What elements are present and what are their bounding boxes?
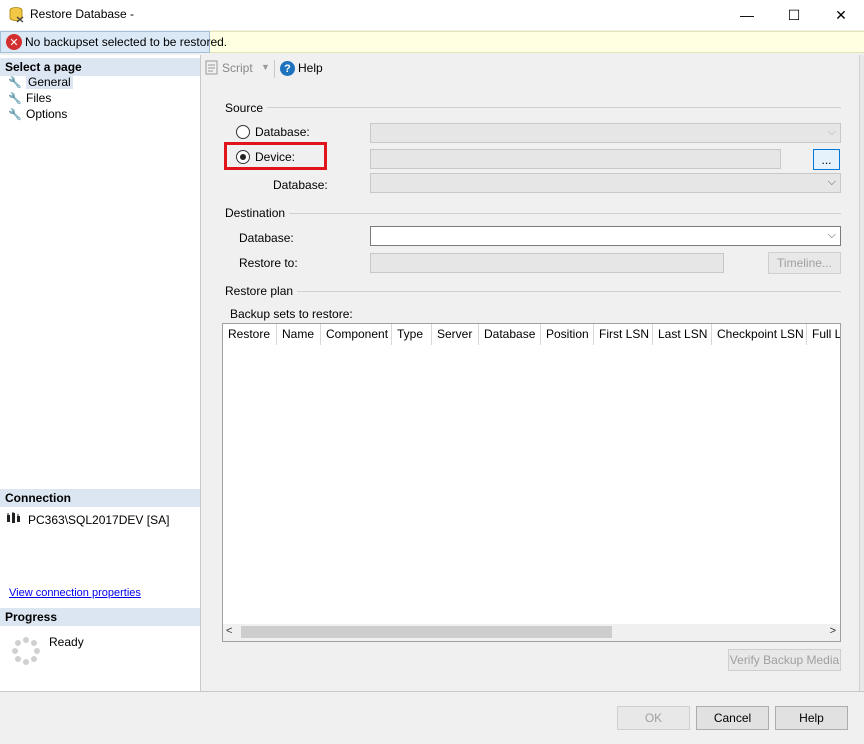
select-page-header: Select a page — [0, 58, 200, 76]
page-item-label: Options — [26, 107, 68, 121]
column-header[interactable]: Checkpoint LSN — [712, 324, 807, 345]
verify-backup-media-button[interactable]: Verify Backup Media — [728, 649, 841, 671]
column-header[interactable]: Full LS — [807, 324, 840, 345]
script-icon — [205, 60, 219, 76]
close-button[interactable]: ✕ — [818, 0, 864, 30]
maximize-button[interactable]: ☐ — [771, 0, 817, 30]
scrollbar-thumb[interactable] — [241, 626, 612, 638]
window-title: Restore Database - — [30, 7, 135, 21]
destination-group-title: Destination — [225, 206, 290, 220]
message-bar-fill — [210, 31, 864, 53]
connection-header: Connection — [0, 489, 200, 507]
restore-plan-divider — [289, 291, 841, 292]
chevron-right-icon[interactable]: > — [830, 625, 836, 637]
column-header[interactable]: Server — [432, 324, 479, 345]
footer-separator — [0, 691, 864, 692]
grid-header: Restore Name Component Type Server Datab… — [223, 324, 840, 345]
chevron-down-icon: ⌵ — [827, 176, 836, 188]
destination-database-dropdown[interactable]: ⌵ — [370, 226, 841, 246]
source-divider — [262, 107, 841, 108]
backup-sets-label: Backup sets to restore: — [230, 307, 353, 321]
help-icon[interactable]: ? — [280, 61, 295, 76]
toolbar-separator — [274, 60, 275, 78]
left-panel: Select a page 🔧 General 🔧 Files 🔧 Option… — [0, 55, 201, 691]
timeline-button[interactable]: Timeline... — [768, 252, 841, 274]
vertical-scrollbar[interactable] — [859, 55, 864, 691]
script-button[interactable]: Script — [222, 61, 253, 75]
progress-spinner-icon — [11, 636, 41, 666]
browse-device-button[interactable]: ... — [813, 149, 840, 170]
destination-divider — [282, 213, 841, 214]
page-item-label: Files — [26, 91, 52, 105]
device-database-dropdown[interactable]: ⌵ — [370, 173, 841, 193]
device-path-field — [370, 149, 781, 169]
source-group-title: Source — [225, 101, 268, 115]
backup-sets-grid[interactable]: Restore Name Component Type Server Datab… — [222, 323, 841, 642]
column-header[interactable]: Restore — [223, 324, 277, 345]
error-message: No backupset selected to be restored. — [25, 35, 228, 49]
column-header[interactable]: Name — [277, 324, 321, 345]
column-header[interactable]: Position — [541, 324, 594, 345]
database-radio[interactable] — [236, 125, 250, 139]
chevron-left-icon[interactable]: < — [226, 625, 232, 637]
page-item-label: General — [26, 75, 73, 89]
page-item-files[interactable]: 🔧 Files — [8, 91, 51, 105]
device-radio[interactable] — [236, 150, 250, 164]
chevron-down-icon[interactable]: ▼ — [261, 62, 270, 72]
help-button[interactable]: Help — [775, 706, 848, 730]
cancel-button[interactable]: Cancel — [696, 706, 769, 730]
column-header[interactable]: First LSN — [594, 324, 653, 345]
error-icon: ✕ — [6, 34, 22, 50]
minimize-button[interactable]: — — [724, 0, 770, 30]
wrench-icon: 🔧 — [8, 93, 22, 105]
restore-database-icon — [8, 6, 26, 24]
ok-button[interactable]: OK — [617, 706, 690, 730]
chevron-down-icon: ⌵ — [827, 126, 836, 138]
progress-status: Ready — [49, 635, 84, 649]
database-radio-label: Database: — [255, 125, 310, 139]
device-radio-label: Device: — [255, 150, 296, 164]
device-database-label: Database: — [273, 178, 328, 192]
restore-to-field — [370, 253, 724, 273]
wrench-icon: 🔧 — [8, 77, 22, 89]
restore-plan-group-title: Restore plan — [225, 284, 298, 298]
page-item-options[interactable]: 🔧 Options — [8, 107, 67, 121]
wrench-icon: 🔧 — [8, 109, 22, 121]
progress-header: Progress — [0, 608, 200, 626]
page-item-general[interactable]: 🔧 General — [8, 75, 73, 89]
connection-info: PC363\SQL2017DEV [SA] — [6, 512, 169, 527]
help-toolbar-button[interactable]: Help — [298, 61, 323, 75]
column-header[interactable]: Component — [321, 324, 392, 345]
destination-database-label: Database: — [239, 231, 294, 245]
connection-icon — [6, 512, 22, 527]
column-header[interactable]: Type — [392, 324, 432, 345]
view-connection-properties-link[interactable]: View connection properties — [9, 587, 141, 599]
connection-name: PC363\SQL2017DEV [SA] — [28, 512, 170, 527]
column-header[interactable]: Database — [479, 324, 541, 345]
horizontal-scrollbar[interactable]: < > — [223, 624, 840, 641]
chevron-down-icon: ⌵ — [827, 229, 836, 241]
restore-to-label: Restore to: — [239, 256, 298, 270]
column-header[interactable]: Last LSN — [653, 324, 712, 345]
source-database-dropdown: ⌵ — [370, 123, 841, 143]
